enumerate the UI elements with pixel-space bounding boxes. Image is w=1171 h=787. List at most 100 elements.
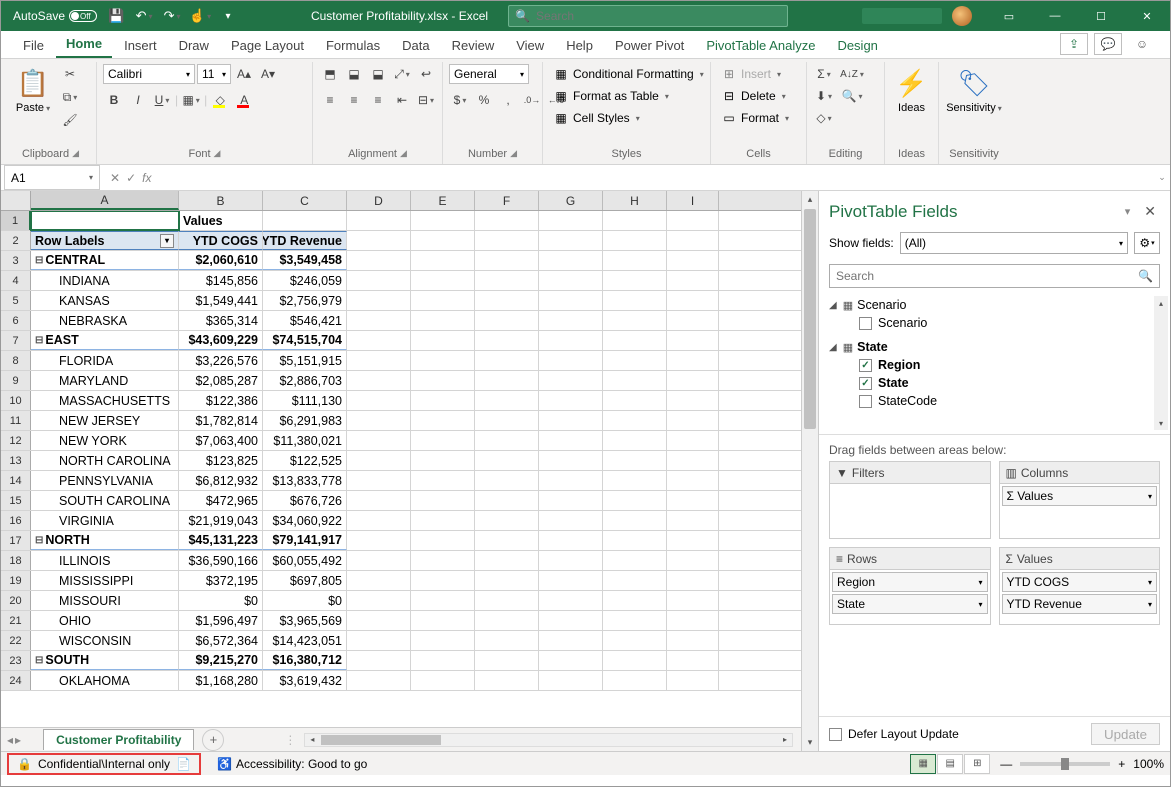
- cell[interactable]: [475, 651, 539, 670]
- cell[interactable]: ⊟CENTRAL: [31, 251, 179, 270]
- cell[interactable]: $5,151,915: [263, 351, 347, 370]
- orientation-icon[interactable]: ⤢: [391, 64, 413, 84]
- cell[interactable]: $2,756,979: [263, 291, 347, 310]
- cell[interactable]: [347, 651, 411, 670]
- zoom-in-icon[interactable]: +: [1118, 757, 1125, 771]
- add-sheet-icon[interactable]: +: [202, 729, 224, 751]
- cell[interactable]: [475, 411, 539, 430]
- cell[interactable]: [411, 271, 475, 290]
- toggle-switch[interactable]: Off: [69, 10, 97, 22]
- cell[interactable]: [411, 611, 475, 630]
- cell[interactable]: [603, 291, 667, 310]
- tab-data[interactable]: Data: [392, 32, 439, 58]
- tab-power-pivot[interactable]: Power Pivot: [605, 32, 694, 58]
- row-header[interactable]: 7: [1, 331, 31, 350]
- area-item-region[interactable]: Region▾: [832, 572, 988, 592]
- cell[interactable]: $7,063,400: [179, 431, 263, 450]
- cell[interactable]: [475, 271, 539, 290]
- tab-draw[interactable]: Draw: [169, 32, 219, 58]
- cell[interactable]: [347, 211, 411, 230]
- cell[interactable]: [411, 311, 475, 330]
- align-right-icon[interactable]: ≡: [367, 90, 389, 110]
- row-header[interactable]: 23: [1, 651, 31, 670]
- cell[interactable]: [411, 371, 475, 390]
- cell[interactable]: YTD Revenue: [263, 231, 347, 250]
- show-fields-select[interactable]: (All)▾: [900, 232, 1128, 254]
- zoom-slider[interactable]: [1020, 762, 1110, 766]
- cell[interactable]: [539, 291, 603, 310]
- cell[interactable]: [603, 211, 667, 230]
- increase-decimal-icon[interactable]: .0→: [521, 90, 543, 110]
- accounting-icon[interactable]: $: [449, 90, 471, 110]
- accessibility-text[interactable]: Accessibility: Good to go: [236, 757, 367, 771]
- sheet-nav-next-icon[interactable]: ▸: [15, 733, 21, 747]
- update-button[interactable]: Update: [1091, 723, 1160, 745]
- save-icon[interactable]: 💾: [107, 7, 125, 25]
- cell[interactable]: $6,812,932: [179, 471, 263, 490]
- align-top-icon[interactable]: ⬒: [319, 64, 341, 84]
- cell[interactable]: [475, 671, 539, 690]
- wrap-text-icon[interactable]: ↩: [415, 64, 437, 84]
- cell[interactable]: [411, 231, 475, 250]
- cell[interactable]: $1,168,280: [179, 671, 263, 690]
- cell[interactable]: NEBRASKA: [31, 311, 179, 330]
- view-normal-icon[interactable]: ▦: [910, 754, 936, 774]
- cell[interactable]: $676,726: [263, 491, 347, 510]
- filter-dropdown-icon[interactable]: ▾: [160, 234, 174, 248]
- account-avatar[interactable]: [952, 6, 972, 26]
- cell[interactable]: [667, 471, 719, 490]
- font-launcher-icon[interactable]: ◢: [214, 148, 221, 159]
- font-color-icon[interactable]: A: [233, 90, 255, 110]
- vscroll-up-icon[interactable]: ▴: [802, 191, 818, 208]
- smiley-button[interactable]: ☺: [1128, 33, 1156, 55]
- cell[interactable]: $2,886,703: [263, 371, 347, 390]
- autosum-icon[interactable]: Σ: [813, 64, 835, 84]
- cell[interactable]: PENNSYLVANIA: [31, 471, 179, 490]
- comma-icon[interactable]: ,: [497, 90, 519, 110]
- row-header[interactable]: 15: [1, 491, 31, 510]
- cell[interactable]: [539, 631, 603, 650]
- cell[interactable]: [539, 271, 603, 290]
- row-header[interactable]: 2: [1, 231, 31, 250]
- column-header[interactable]: I: [667, 191, 719, 210]
- cell[interactable]: $365,314: [179, 311, 263, 330]
- cell[interactable]: [667, 591, 719, 610]
- cell[interactable]: [603, 311, 667, 330]
- row-header[interactable]: 1: [1, 211, 31, 230]
- cell[interactable]: [539, 231, 603, 250]
- cell[interactable]: [539, 651, 603, 670]
- cell[interactable]: [603, 451, 667, 470]
- cell[interactable]: [539, 591, 603, 610]
- underline-icon[interactable]: U: [151, 90, 173, 110]
- fill-color-icon[interactable]: ◇: [209, 90, 231, 110]
- cell[interactable]: [411, 411, 475, 430]
- cell[interactable]: [347, 231, 411, 250]
- cell[interactable]: [347, 511, 411, 530]
- row-header[interactable]: 21: [1, 611, 31, 630]
- copy-icon[interactable]: ⧉: [59, 87, 81, 107]
- cell[interactable]: NEW YORK: [31, 431, 179, 450]
- cell[interactable]: [475, 251, 539, 270]
- cell[interactable]: [411, 511, 475, 530]
- pane-dropdown-icon[interactable]: ▾: [1125, 205, 1131, 218]
- hscroll-thumb[interactable]: [321, 735, 441, 745]
- cell[interactable]: [667, 231, 719, 250]
- cell[interactable]: [603, 331, 667, 350]
- cell[interactable]: [667, 291, 719, 310]
- cell[interactable]: [667, 551, 719, 570]
- cell[interactable]: [667, 451, 719, 470]
- cell[interactable]: $111,130: [263, 391, 347, 410]
- clear-icon[interactable]: ◇: [813, 108, 835, 128]
- align-bottom-icon[interactable]: ⬓: [367, 64, 389, 84]
- checkbox[interactable]: [859, 317, 872, 330]
- cell[interactable]: [539, 451, 603, 470]
- sensitivity-status[interactable]: 🔒 Confidential\Internal only 📄: [7, 753, 201, 775]
- cell[interactable]: [603, 431, 667, 450]
- cell[interactable]: [411, 251, 475, 270]
- cell[interactable]: $6,291,983: [263, 411, 347, 430]
- tab-home[interactable]: Home: [56, 30, 112, 58]
- cell[interactable]: [539, 331, 603, 350]
- cell[interactable]: FLORIDA: [31, 351, 179, 370]
- align-left-icon[interactable]: ≡: [319, 90, 341, 110]
- cell[interactable]: [475, 591, 539, 610]
